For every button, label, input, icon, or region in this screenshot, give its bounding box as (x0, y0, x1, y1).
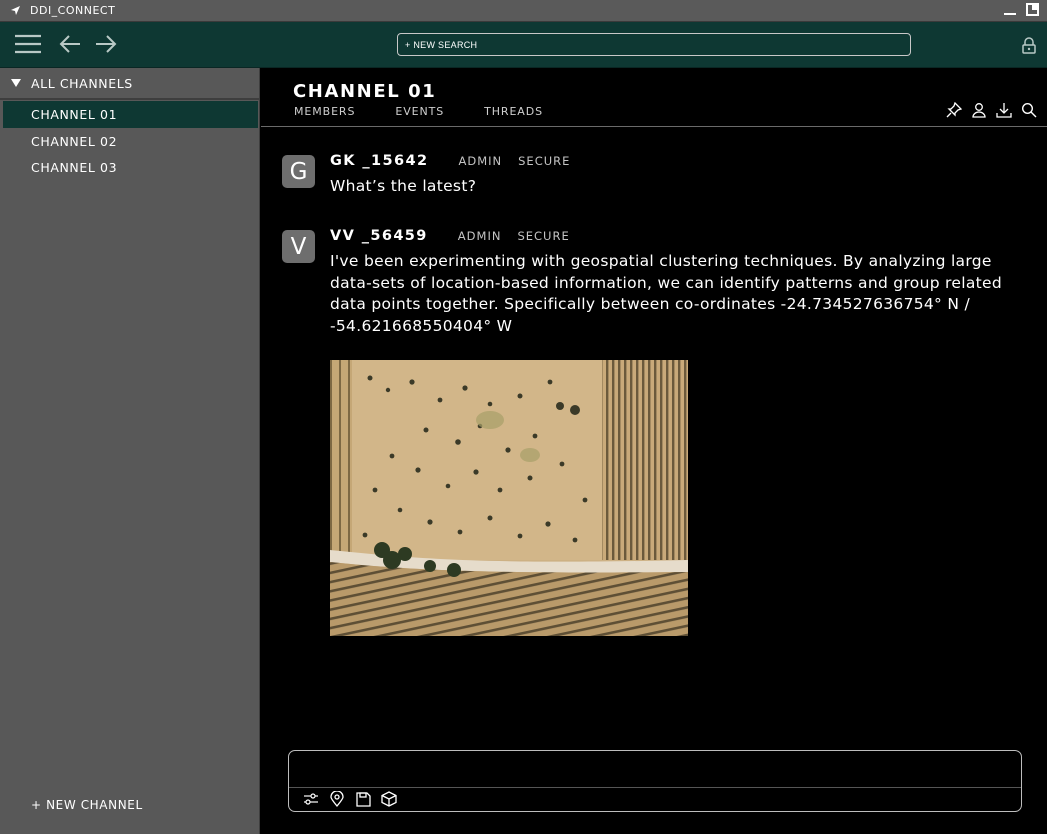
header-divider (261, 126, 1047, 127)
window-title: DDI_CONNECT (30, 4, 116, 17)
all-channels-label: ALL CHANNELS (31, 75, 133, 91)
admin-tag: ADMIN (458, 154, 503, 168)
tab-events[interactable]: EVENTS (395, 105, 444, 118)
channel-sidebar: ALL CHANNELS CHANNEL 01 CHANNEL 02 CHANN… (0, 68, 260, 834)
channel-actions (945, 101, 1037, 118)
new-search-input[interactable]: + NEW SEARCH (397, 33, 911, 56)
message-text: I've been experimenting with geospatial … (330, 252, 1002, 335)
channel-tabs: MEMBERS EVENTS THREADS (294, 105, 583, 118)
app-arrow-icon (8, 4, 22, 18)
maximize-button[interactable] (1026, 3, 1039, 16)
composer-divider (289, 787, 1021, 788)
cube-icon[interactable] (381, 791, 397, 807)
message-meta: VV _56459 ADMIN SECURE (330, 228, 570, 244)
search-icon[interactable] (1020, 101, 1037, 118)
secure-tag: SECURE (517, 229, 570, 243)
admin-tag: ADMIN (457, 229, 502, 243)
new-channel-button[interactable]: + NEW CHANNEL (31, 798, 143, 812)
lock-icon[interactable] (1021, 36, 1037, 54)
sidebar-item-label: CHANNEL 03 (31, 160, 118, 175)
message-username[interactable]: VV _56459 (330, 228, 428, 244)
composer-tools (303, 791, 397, 807)
settings-sliders-icon[interactable] (303, 791, 319, 807)
secure-tag: SECURE (518, 154, 571, 168)
forward-arrow-icon[interactable] (95, 32, 117, 56)
message-meta: GK _15642 ADMIN SECURE (330, 153, 570, 169)
tab-threads[interactable]: THREADS (484, 105, 543, 118)
download-icon[interactable] (995, 101, 1012, 118)
sidebar-item-label: CHANNEL 02 (31, 134, 118, 149)
avatar[interactable]: V (282, 230, 315, 263)
search-label: + NEW SEARCH (405, 39, 478, 50)
channel-main: CHANNEL 01 MEMBERS EVENTS THREADS G GK _… (261, 68, 1047, 834)
location-pin-icon[interactable] (329, 791, 345, 807)
collapse-triangle-icon[interactable] (11, 79, 21, 87)
sidebar-item-label: CHANNEL 01 (31, 107, 118, 122)
menu-icon[interactable] (14, 32, 42, 56)
minimize-button[interactable] (1004, 4, 1016, 16)
message-item: G GK _15642 ADMIN SECURE What’s the late… (282, 153, 1022, 201)
all-channels-header[interactable]: ALL CHANNELS (0, 68, 260, 100)
message-username[interactable]: GK _15642 (330, 153, 428, 169)
message-text: What’s the latest? (330, 177, 477, 195)
avatar[interactable]: G (282, 155, 315, 188)
user-icon[interactable] (970, 101, 987, 118)
message-composer (288, 750, 1022, 812)
back-arrow-icon[interactable] (59, 32, 81, 56)
save-icon[interactable] (355, 791, 371, 807)
sidebar-item-channel-03[interactable]: CHANNEL 03 (3, 154, 258, 181)
sidebar-item-channel-01[interactable]: CHANNEL 01 (3, 101, 258, 128)
pin-icon[interactable] (945, 101, 962, 118)
message-input[interactable] (297, 757, 1013, 783)
top-toolbar: + NEW SEARCH (0, 22, 1047, 68)
sidebar-item-channel-02[interactable]: CHANNEL 02 (3, 128, 258, 155)
title-bar: DDI_CONNECT (0, 0, 1047, 22)
tab-members[interactable]: MEMBERS (294, 105, 355, 118)
channel-title: CHANNEL 01 (293, 81, 437, 102)
aerial-farmland-image[interactable] (330, 360, 688, 636)
